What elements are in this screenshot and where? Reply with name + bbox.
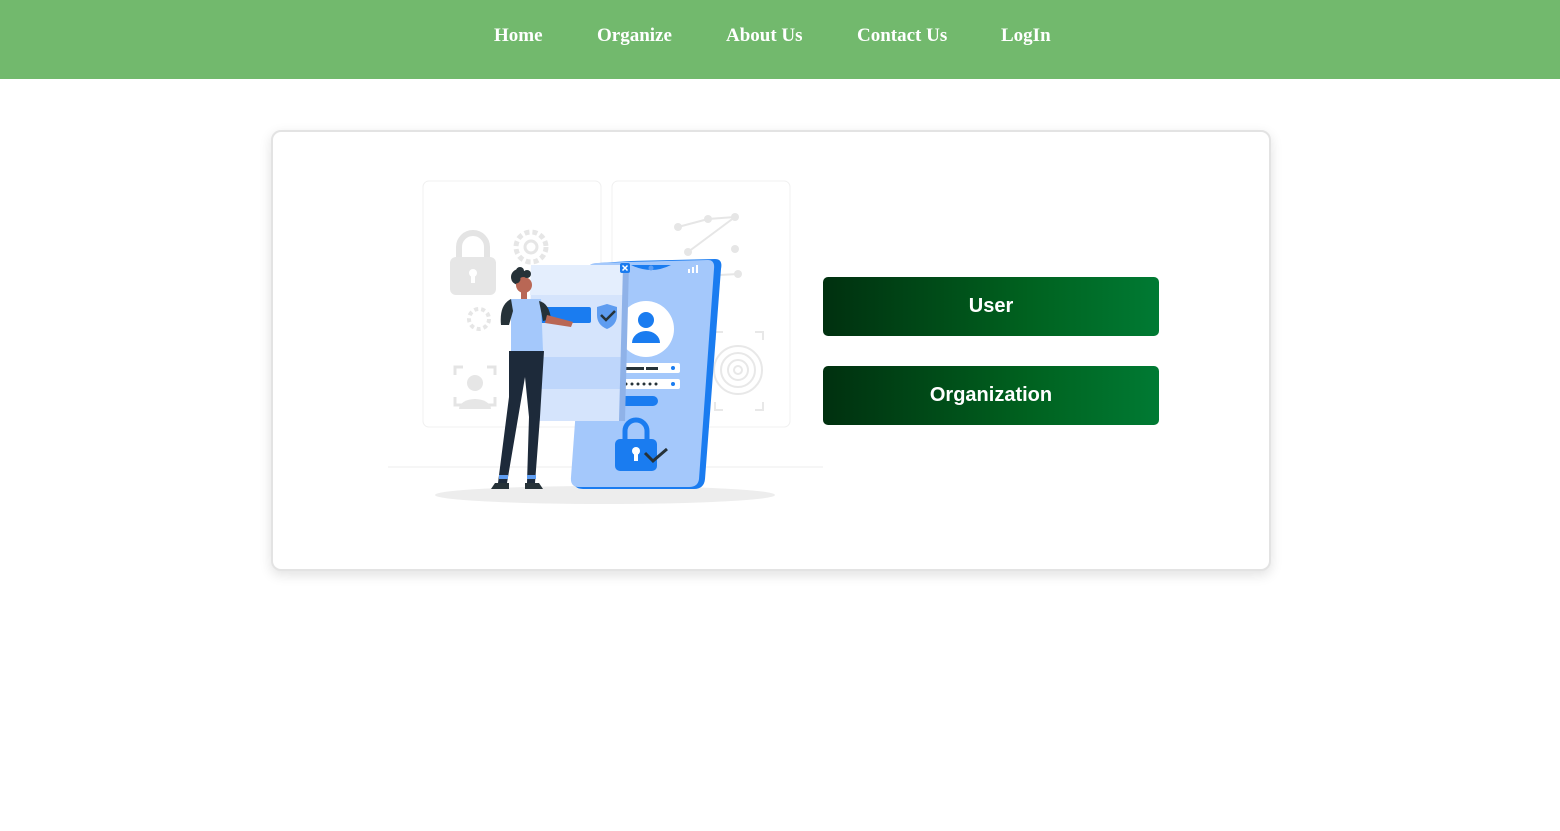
user-button[interactable]: User [823,277,1159,336]
nav-home-link[interactable]: Home [494,24,543,48]
nav-organize-link[interactable]: Organize [597,24,672,48]
role-selection-card: User Organization [271,130,1271,571]
nav-about-link[interactable]: About Us [726,24,803,48]
top-navbar: Home Organize About Us Contact Us LogIn [0,0,1560,79]
nav-login-link[interactable]: LogIn [1001,24,1051,48]
login-security-illustration [388,180,823,504]
organization-button[interactable]: Organization [823,366,1159,425]
nav-contact-link[interactable]: Contact Us [857,24,947,48]
